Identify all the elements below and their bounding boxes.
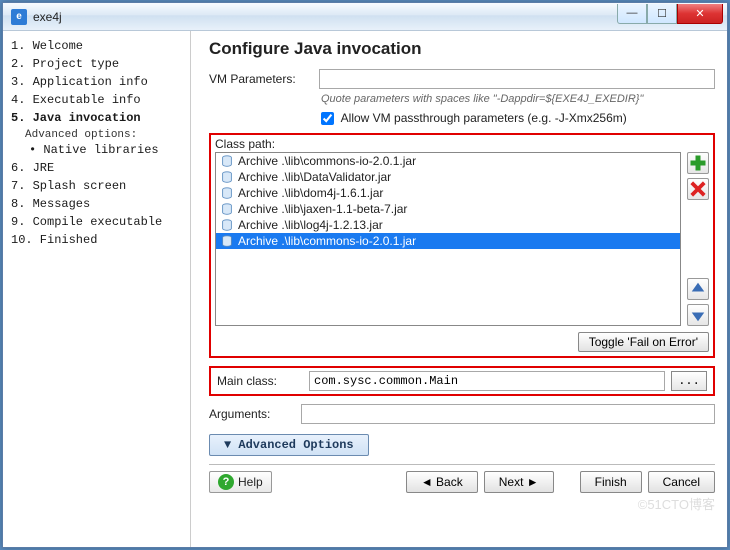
page-title: Configure Java invocation [209,39,715,59]
classpath-item[interactable]: Archive .\lib\jaxen-1.1-beta-7.jar [216,201,680,217]
archive-icon [220,170,234,184]
quote-hint: Quote parameters with spaces like "-Dapp… [321,93,715,105]
classpath-item[interactable]: Archive .\lib\log4j-1.2.13.jar [216,217,680,233]
sidebar-step-3[interactable]: 3. Application info [11,73,190,91]
archive-icon [220,186,234,200]
close-button[interactable]: ✕ [677,4,723,24]
divider [209,464,715,465]
classpath-item-text: Archive .\lib\jaxen-1.1-beta-7.jar [238,202,407,216]
archive-icon [220,234,234,248]
sidebar-step-1[interactable]: 1. Welcome [11,37,190,55]
classpath-item[interactable]: Archive .\lib\commons-io-2.0.1.jar [216,153,680,169]
cancel-button[interactable]: Cancel [648,471,715,493]
finish-button[interactable]: Finish [580,471,642,493]
sidebar-step-5[interactable]: 5. Java invocation [11,109,190,127]
watermark: ©51CTO博客 [638,494,715,513]
sidebar-step-9[interactable]: 9. Compile executable [11,213,190,231]
titlebar[interactable]: e exe4j — ☐ ✕ [3,3,727,31]
content-area: 1. Welcome2. Project type3. Application … [3,31,727,547]
window-controls: — ☐ ✕ [617,4,723,24]
archive-icon [220,202,234,216]
add-classpath-button[interactable] [687,152,709,174]
main-panel: Configure Java invocation VM Parameters:… [191,31,727,547]
next-button[interactable]: Next ► [484,471,554,493]
maximize-button[interactable]: ☐ [647,4,677,24]
help-button[interactable]: ? Help [209,471,272,493]
main-class-input[interactable] [309,371,665,391]
help-icon: ? [218,474,234,490]
classpath-item-text: Archive .\lib\log4j-1.2.13.jar [238,218,383,232]
move-down-button[interactable] [687,304,709,326]
classpath-highlight: Class path: Archive .\lib\commons-io-2.0… [209,133,715,358]
classpath-item-text: Archive .\lib\commons-io-2.0.1.jar [238,234,416,248]
main-class-highlight: Main class: ... [209,366,715,396]
main-class-label: Main class: [217,374,303,388]
classpath-item[interactable]: Archive .\lib\dom4j-1.6.1.jar [216,185,680,201]
footer: ? Help ◄ Back Next ► Finish Cancel [209,471,715,493]
arguments-label: Arguments: [209,407,295,421]
remove-classpath-button[interactable] [687,178,709,200]
help-label: Help [238,475,263,489]
vm-parameters-input[interactable] [319,69,715,89]
sidebar: 1. Welcome2. Project type3. Application … [3,31,191,547]
classpath-item-text: Archive .\lib\DataValidator.jar [238,170,391,184]
app-icon: e [11,9,27,25]
classpath-label: Class path: [215,137,709,151]
sidebar-step-2[interactable]: 2. Project type [11,55,190,73]
move-up-button[interactable] [687,278,709,300]
app-window: e exe4j — ☐ ✕ 1. Welcome2. Project type3… [2,2,728,548]
advanced-options-button[interactable]: ▼ Advanced Options [209,434,369,456]
classpath-item[interactable]: Archive .\lib\commons-io-2.0.1.jar [216,233,680,249]
sidebar-step-8[interactable]: 8. Messages [11,195,190,213]
toggle-fail-button[interactable]: Toggle 'Fail on Error' [578,332,709,352]
archive-icon [220,154,234,168]
classpath-list[interactable]: Archive .\lib\commons-io-2.0.1.jar Archiv… [215,152,681,326]
archive-icon [220,218,234,232]
arguments-input[interactable] [301,404,715,424]
back-button[interactable]: ◄ Back [406,471,478,493]
sidebar-native-libraries[interactable]: Native libraries [29,141,190,159]
sidebar-step-7[interactable]: 7. Splash screen [11,177,190,195]
sidebar-step-6[interactable]: 6. JRE [11,159,190,177]
window-title: exe4j [33,10,62,24]
browse-main-class-button[interactable]: ... [671,371,707,391]
classpath-item-text: Archive .\lib\dom4j-1.6.1.jar [238,186,383,200]
classpath-item-text: Archive .\lib\commons-io-2.0.1.jar [238,154,416,168]
sidebar-step-10[interactable]: 10. Finished [11,231,190,249]
sidebar-advanced-label: Advanced options: [25,129,190,141]
sidebar-step-4[interactable]: 4. Executable info [11,91,190,109]
vm-parameters-label: VM Parameters: [209,72,313,86]
classpath-item[interactable]: Archive .\lib\DataValidator.jar [216,169,680,185]
minimize-button[interactable]: — [617,4,647,24]
allow-passthrough-checkbox[interactable] [321,112,334,125]
allow-passthrough-label: Allow VM passthrough parameters (e.g. -J… [341,111,627,125]
